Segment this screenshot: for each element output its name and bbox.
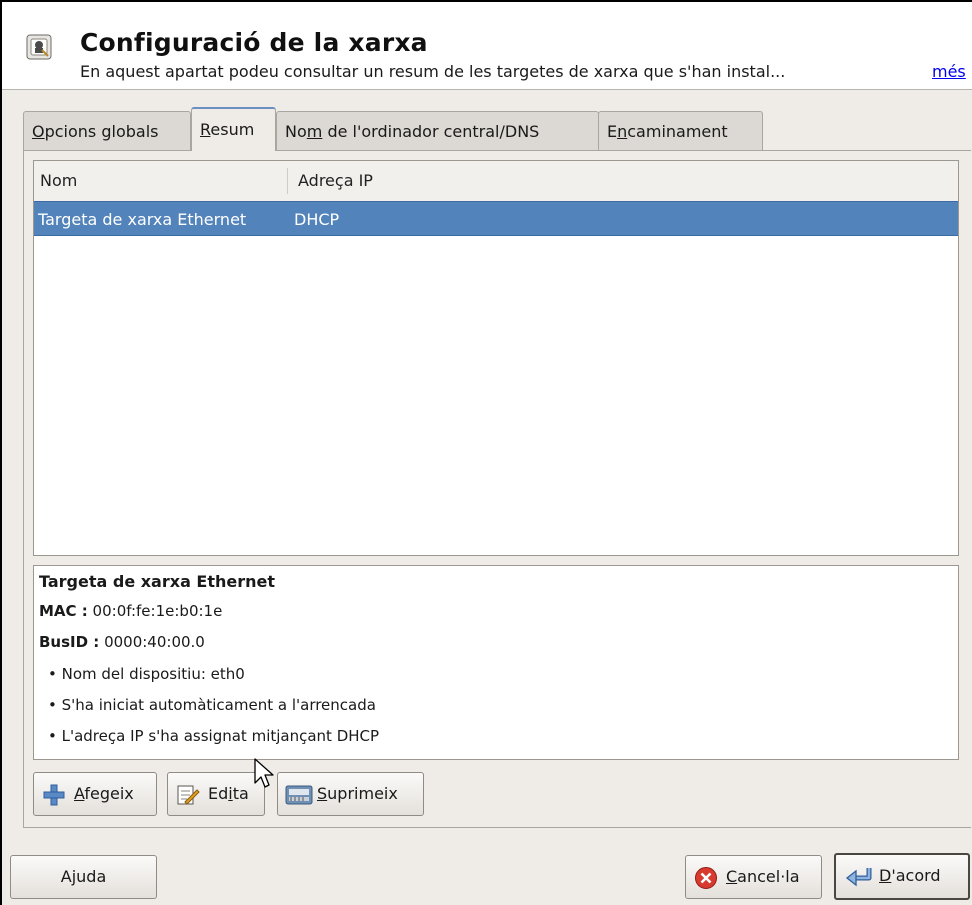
- plus-icon: [43, 784, 65, 806]
- edit-button-label: Edita: [208, 784, 249, 803]
- list-header: Nom Adreça IP: [34, 161, 958, 202]
- column-separator[interactable]: [287, 168, 288, 194]
- mouse-cursor-icon: [254, 758, 274, 788]
- tab-summary[interactable]: Resum: [191, 107, 276, 151]
- add-button[interactable]: Afegeix: [33, 772, 157, 816]
- cancel-button-label: Cancel·la: [726, 867, 800, 886]
- device-list[interactable]: Nom Adreça IP Targeta de xarxa Ethernet …: [33, 160, 959, 556]
- ok-button[interactable]: D'acord: [834, 853, 970, 900]
- row-name: Targeta de xarxa Ethernet: [38, 210, 247, 229]
- detail-bullet: • L'adreça IP s'ha assignat mitjançant D…: [48, 727, 380, 745]
- table-row[interactable]: Targeta de xarxa Ethernet DHCP: [34, 201, 958, 236]
- ok-enter-arrow-icon: [845, 868, 872, 887]
- edit-button[interactable]: Edita: [167, 772, 265, 816]
- cancel-button[interactable]: Cancel·la: [685, 855, 822, 899]
- column-header-name[interactable]: Nom: [40, 161, 77, 201]
- detail-bullet: • S'ha iniciat automàticament a l'arrenc…: [48, 696, 376, 714]
- help-button[interactable]: Ajuda: [10, 855, 157, 899]
- network-settings-icon: [26, 34, 52, 60]
- more-link[interactable]: més: [932, 62, 966, 81]
- help-button-label: Ajuda: [60, 867, 107, 886]
- delete-button[interactable]: Suprimeix: [277, 772, 424, 816]
- delete-button-label: Suprimeix: [317, 784, 398, 803]
- device-details: Targeta de xarxa Ethernet MAC : 00:0f:fe…: [33, 565, 959, 760]
- tab-routing[interactable]: Encaminament: [598, 111, 763, 150]
- add-button-label: Afegeix: [74, 784, 134, 803]
- column-header-ip[interactable]: Adreça IP: [298, 161, 373, 201]
- delete-device-icon: [285, 785, 313, 805]
- row-ip: DHCP: [294, 210, 340, 229]
- page-subtitle: En aquest apartat podeu consultar un res…: [80, 62, 786, 81]
- cancel-red-icon: [695, 867, 717, 889]
- ok-button-label: D'acord: [879, 866, 941, 885]
- page-title: Configuració de la xarxa: [80, 28, 428, 57]
- dialog-header: Configuració de la xarxa En aquest apart…: [2, 2, 972, 90]
- details-title: Targeta de xarxa Ethernet: [39, 572, 276, 591]
- tab-hostname-dns[interactable]: Nom de l'ordinador central/DNS: [276, 111, 599, 150]
- busid-line: BusID : 0000:40:00.0: [39, 633, 205, 651]
- edit-pencil-icon: [177, 785, 200, 805]
- mac-line: MAC : 00:0f:fe:1e:b0:1e: [39, 602, 223, 620]
- detail-bullet: • Nom del dispositiu: eth0: [48, 665, 245, 683]
- tab-global-options[interactable]: Opcions globals: [23, 111, 191, 150]
